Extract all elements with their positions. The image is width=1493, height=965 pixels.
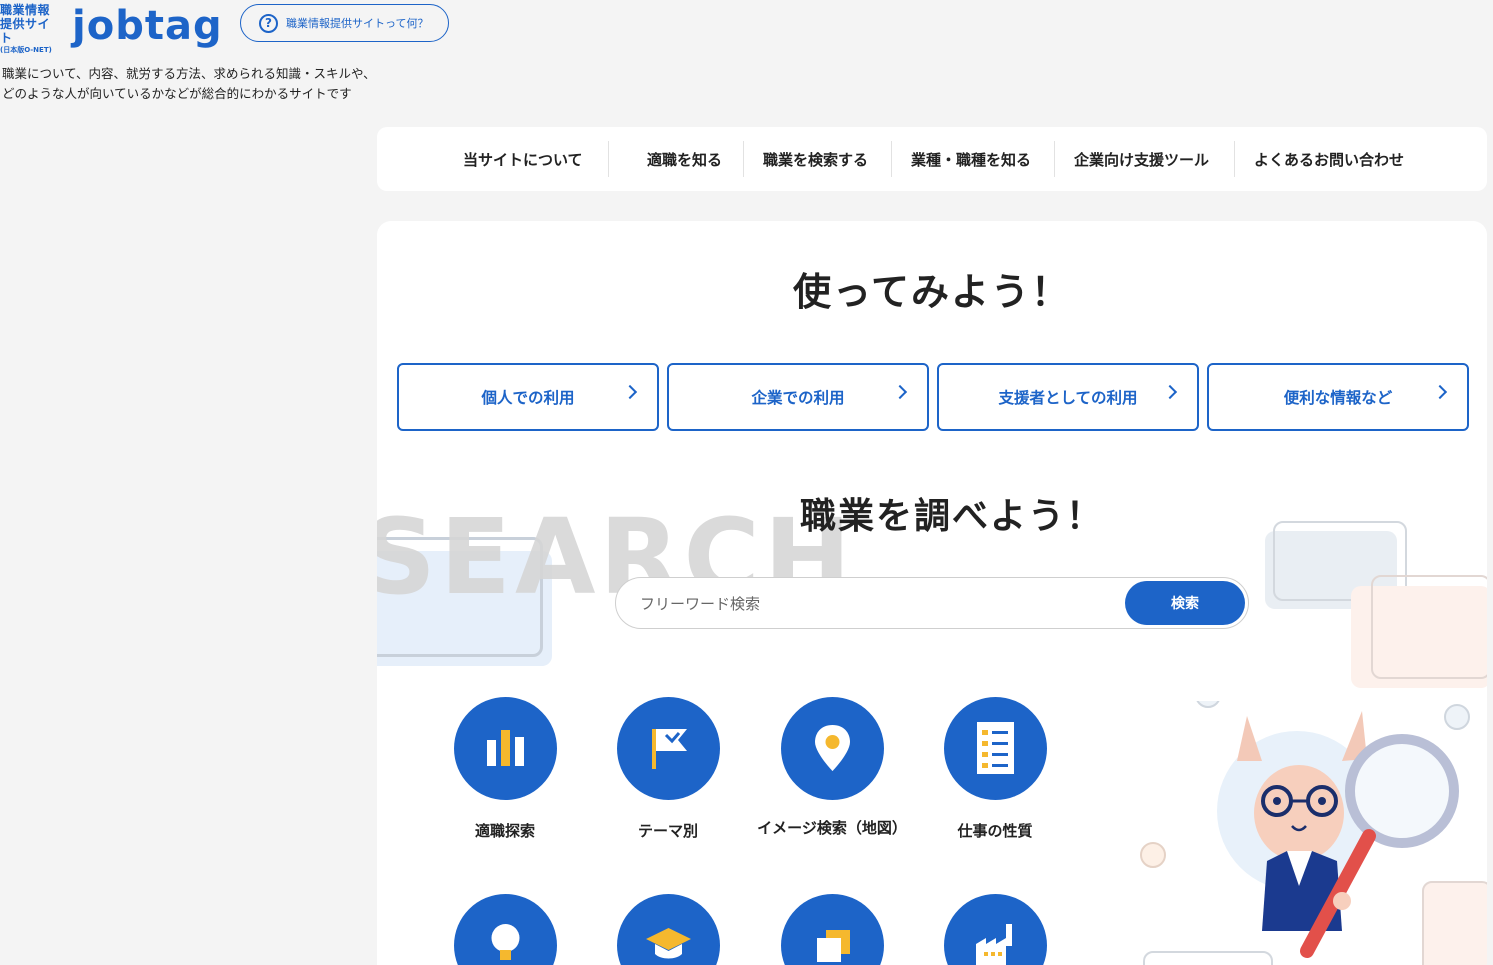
company-use-label: 企業での利用 xyxy=(751,389,845,407)
feature-label: 適職探索 xyxy=(474,822,535,840)
tagline-line-2: どのような人が向いているかなどが総合的にわかるサイトです xyxy=(2,86,352,101)
about-site-label: 職業情報提供サイトって何？ xyxy=(286,17,429,30)
nav-divider xyxy=(1234,141,1235,177)
question-icon: ? xyxy=(259,13,278,33)
feature-label: 仕事の性質 xyxy=(957,822,1033,840)
useful-info-label: 便利な情報など xyxy=(1283,389,1393,407)
cards-icon xyxy=(780,894,884,965)
chevron-right-icon xyxy=(622,384,638,400)
nav-divider xyxy=(743,141,744,177)
feature-label: テーマ別 xyxy=(637,822,698,840)
logo-text-block: 職業情報 提供サイト (日本版O-NET) xyxy=(0,3,62,55)
decor-rect xyxy=(1371,575,1487,679)
main-panel: 使ってみよう！ 個人での利用 企業での利用 支援者としての利用 便利な情報など … xyxy=(377,221,1487,965)
feature-item[interactable] xyxy=(920,894,1070,965)
nav-divider xyxy=(891,141,892,177)
mascot-illustration xyxy=(1137,520,1487,965)
nav-item-faq[interactable]: よくあるお問い合わせ xyxy=(1254,149,1404,170)
site-tagline: 職業について、内容、就労する方法、求められる知識・スキルや、 どのような人が向い… xyxy=(2,64,376,104)
search-button[interactable]: 検索 xyxy=(1125,581,1245,625)
about-site-button[interactable]: ? 職業情報提供サイトって何？ xyxy=(240,4,449,42)
supporter-use-button[interactable]: 支援者としての利用 xyxy=(937,363,1199,431)
individual-use-button[interactable]: 個人での利用 xyxy=(397,363,659,431)
feature-item[interactable] xyxy=(430,894,580,965)
feature-image-map[interactable]: イメージ検索（地図） xyxy=(757,697,907,838)
logo-line-3: (日本版O-NET) xyxy=(0,46,52,55)
nav-item-about[interactable]: 当サイトについて xyxy=(463,149,583,170)
feature-job-nature[interactable]: 仕事の性質 xyxy=(920,697,1070,841)
main-navigation: 当サイトについて 適職を知る 職業を検索する 業種・職種を知る 企業向け支援ツー… xyxy=(377,127,1487,191)
factory-icon xyxy=(943,894,1047,965)
feature-label: イメージ検索（地図） xyxy=(757,819,907,837)
search-input[interactable] xyxy=(640,592,1110,616)
bar-chart-icon xyxy=(453,697,557,800)
try-heading: 使ってみよう！ xyxy=(792,270,1072,314)
chevron-right-icon xyxy=(1162,384,1178,400)
nav-divider xyxy=(608,141,609,177)
company-use-button[interactable]: 企業での利用 xyxy=(667,363,929,431)
map-pin-icon xyxy=(780,697,884,800)
site-logo[interactable]: 職業情報 提供サイト (日本版O-NET) jobtag xyxy=(0,3,223,55)
logo-line-2: 提供サイト xyxy=(0,16,51,45)
nav-item-company-tools[interactable]: 企業向け支援ツール xyxy=(1074,149,1209,170)
feature-item[interactable] xyxy=(593,894,743,965)
lightbulb-icon xyxy=(453,894,557,965)
nav-item-find-job[interactable]: 適職を知る xyxy=(647,149,722,170)
graduation-cap-icon xyxy=(616,894,720,965)
supporter-use-label: 支援者としての利用 xyxy=(998,389,1138,407)
nav-divider xyxy=(1054,141,1055,177)
chevron-right-icon xyxy=(892,384,908,400)
chevron-right-icon xyxy=(1432,384,1448,400)
nav-item-industry[interactable]: 業種・職種を知る xyxy=(911,149,1031,170)
flag-icon xyxy=(616,697,720,800)
individual-use-label: 個人での利用 xyxy=(481,389,575,407)
feature-item[interactable] xyxy=(757,894,907,965)
useful-info-button[interactable]: 便利な情報など xyxy=(1207,363,1469,431)
logo-line-1: 職業情報 xyxy=(0,3,51,17)
search-bar: 検索 xyxy=(615,577,1249,629)
tagline-line-1: 職業について、内容、就労する方法、求められる知識・スキルや、 xyxy=(2,66,376,81)
search-heading: 職業を調べよう！ xyxy=(799,496,1104,537)
checklist-icon xyxy=(943,697,1047,800)
nav-item-search-job[interactable]: 職業を検索する xyxy=(763,149,868,170)
logo-wordmark: jobtag xyxy=(72,3,223,49)
feature-theme[interactable]: テーマ別 xyxy=(593,697,743,841)
feature-job-exploration[interactable]: 適職探索 xyxy=(430,697,580,841)
